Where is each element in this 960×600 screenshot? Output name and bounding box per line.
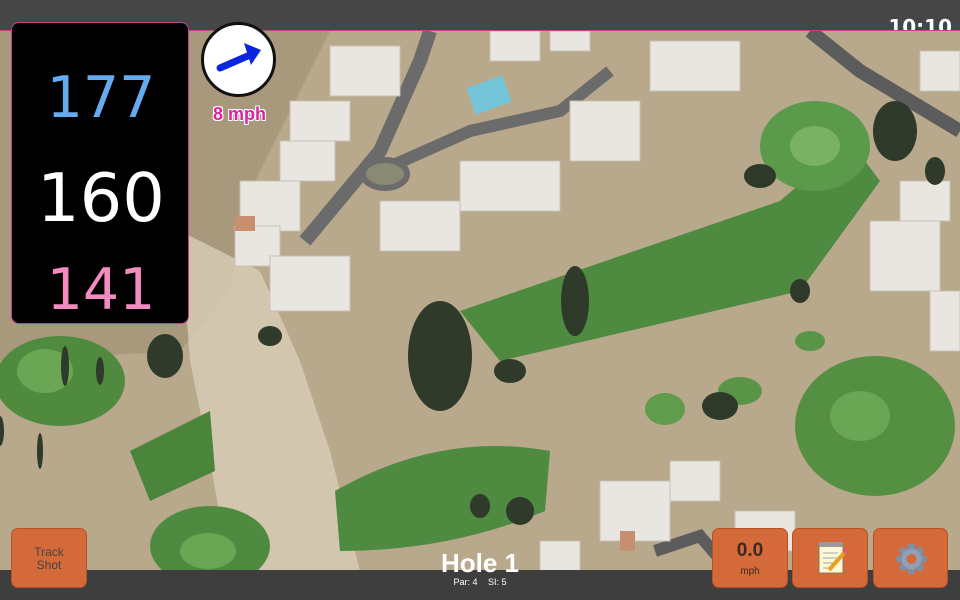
front-distance: 141 xyxy=(46,257,156,323)
wind-indicator[interactable] xyxy=(201,22,276,97)
notepad-icon xyxy=(818,542,849,574)
distance-panel: 177 160 141 xyxy=(11,22,189,324)
gear-icon xyxy=(896,544,927,574)
back-distance: 177 xyxy=(46,65,156,131)
track-shot-button[interactable]: Track Shot xyxy=(11,528,87,588)
track-shot-label-line1: Track xyxy=(34,545,64,559)
hole-title: Hole 1 xyxy=(440,548,520,578)
wind-speed-label: 8 mph xyxy=(212,104,266,124)
track-shot-label-line2: Shot xyxy=(36,558,62,572)
speed-button[interactable]: 0.0 mph xyxy=(712,528,788,588)
speed-unit: mph xyxy=(740,566,760,577)
hole-info: Par: 4 SI: 5 xyxy=(380,577,580,587)
notes-button[interactable] xyxy=(792,528,868,588)
settings-button[interactable] xyxy=(873,528,948,588)
hole-par: Par: 4 xyxy=(453,577,478,587)
center-distance: 160 xyxy=(37,159,165,237)
arrow-icon xyxy=(216,43,261,72)
hole-si: SI: 5 xyxy=(488,577,507,587)
speed-value: 0.0 xyxy=(736,540,764,561)
